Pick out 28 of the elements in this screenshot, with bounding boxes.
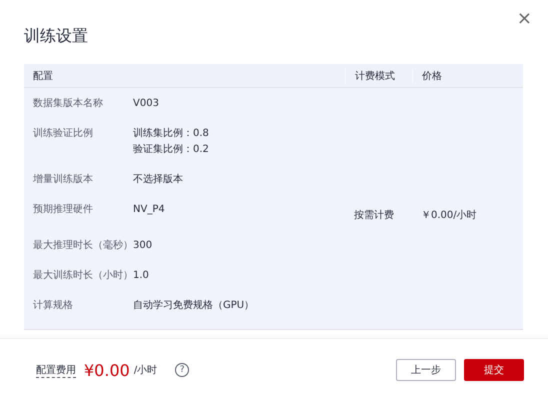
row-label: 数据集版本名称	[32, 97, 104, 110]
row-value: NV_P4	[133, 203, 166, 216]
row-value: 验证集比例：0.2	[133, 143, 210, 156]
row-label: 预期推理硬件	[32, 203, 94, 216]
row-value: 不选择版本	[133, 173, 184, 186]
row-label: 训练验证比例	[32, 127, 94, 140]
row-value: 训练集比例：0.8	[133, 127, 210, 140]
column-header: 计费模式	[345, 68, 412, 82]
row-label: 最大推理时长（毫秒）	[32, 239, 133, 252]
row-value: 300	[133, 239, 154, 252]
row-value: 1.0	[133, 269, 150, 282]
row-label: 计算规格	[32, 299, 74, 312]
column-header: 价格	[412, 68, 523, 82]
price-value: ￥0.00/小时	[420, 209, 478, 222]
submit-button[interactable]: 提交	[464, 359, 524, 381]
column-header: 配置	[32, 70, 54, 82]
help-icon[interactable]: ?	[175, 363, 190, 377]
row-value: 自动学习免费规格（GPU）	[133, 299, 256, 312]
fee-unit: /小时	[134, 364, 158, 377]
fee-label[interactable]: 配置费用	[36, 362, 76, 378]
previous-button[interactable]: 上一步	[396, 359, 456, 381]
dialog-title: 训练设置	[24, 26, 88, 47]
close-button[interactable]: ×	[512, 10, 536, 28]
row-value: V003	[133, 97, 160, 110]
row-label: 最大训练时长（小时）	[32, 269, 133, 282]
row-label: 增量训练版本	[32, 173, 94, 186]
fee-amount: ¥0.00	[84, 360, 130, 380]
billing-mode: 按需计费	[353, 209, 395, 222]
